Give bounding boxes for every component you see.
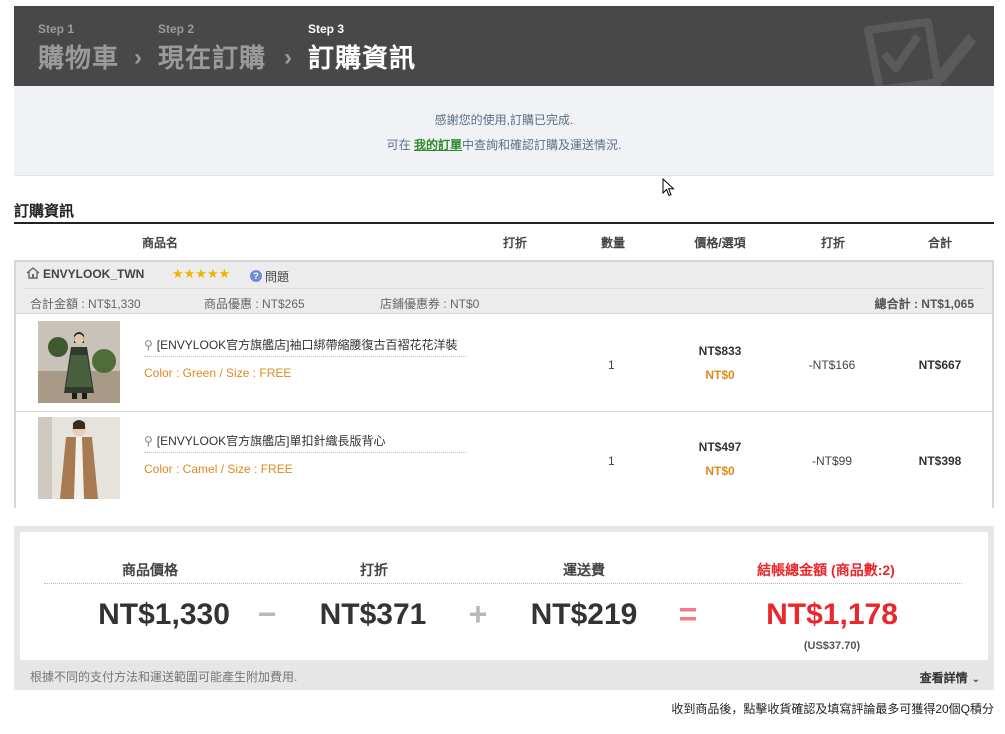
order-steps-header: Step 1 購物車 › Step 2 現在訂購 › Step 3 訂購資訊 [14,6,994,86]
view-details-button[interactable]: 查看詳情 ⌄ [920,669,980,686]
question-icon[interactable]: ? [250,270,262,282]
shop-subtotal: 合計金額 : NT$1,330 [30,297,141,311]
view-details-label: 查看詳情 [919,671,968,685]
step-2-number: Step 2 [158,22,195,36]
search-icon: ⚲ [144,338,153,352]
step-3-name: 訂購資訊 [308,44,417,74]
product-discount: -NT$166 [808,358,856,372]
col-discount: 打折 [502,236,528,250]
payment-summary: 商品價格 打折 運送費 結帳總金額 (商品數:2) NT$1,330 − NT$… [14,526,994,690]
option-price: NT$0 [705,464,735,478]
order-complete-notice: 感謝您的使用,訂購已完成. 可在 我的訂單中查詢和確認訂購及運送情況. [14,86,994,176]
product-subtotal: NT$398 [918,454,962,468]
col-total: 合計 [927,236,953,250]
step-1-name: 購物車 [38,44,120,74]
shop-header: ENVYLOOK_TWN ★★★★★ ? 問題 合計金額 : NT$1,330 … [16,262,992,314]
step-3-number: Step 3 [308,22,345,36]
order-item-row: ⚲ [ENVYLOOK官方旗艦店]袖口綁帶縮腰復古百褶花花洋裝 Color : G… [16,316,992,412]
col-product-name: 商品名 [141,236,179,250]
step-1: Step 1 購物車 [38,22,119,75]
shop-order-block: ENVYLOOK_TWN ★★★★★ ? 問題 合計金額 : NT$1,330 … [14,260,994,508]
shop-coupon: 店鋪優惠券 : NT$0 [380,297,480,311]
summary-label-discount: 打折 [360,562,388,578]
equals-icon: = [678,596,698,632]
shop-rating-stars-icon: ★★★★★ [172,266,231,281]
shop-header-divider [24,288,984,289]
product-option: Color : Green / Size : FREE [144,366,292,380]
product-name-text: [ENVYLOOK官方旗艦店]單扣針織長版背心 [156,434,386,448]
plus-icon: + [468,596,488,632]
summary-shipping-value: NT$219 [530,598,638,631]
step-2: Step 2 現在訂購 [158,22,266,75]
product-name-link[interactable]: ⚲ [ENVYLOOK官方旗艦店]袖口綁帶縮腰復古百褶花花洋裝 [144,336,458,353]
summary-label-price: 商品價格 [122,562,178,578]
product-subtotal: NT$667 [918,358,962,372]
product-discount: -NT$99 [811,454,853,468]
option-price: NT$0 [705,368,735,382]
minus-icon: − [257,596,277,632]
search-icon: ⚲ [144,434,153,448]
shop-question-link[interactable]: 問題 [265,268,289,285]
summary-label-total: 結帳總金額 (商品數:2) [757,562,895,578]
home-icon [26,267,40,279]
notice-prefix: 可在 [386,138,414,152]
summary-panel: 商品價格 打折 運送費 結帳總金額 (商品數:2) NT$1,330 − NT$… [20,532,988,660]
q-points-note: 收到商品後，點擊收貨確認及填寫評論最多可獲得20個Q積分 [671,702,994,716]
shop-item-discount: 商品優惠 : NT$265 [204,297,305,311]
product-price: NT$497 [698,440,742,454]
product-quantity: 1 [608,358,615,372]
notice-check-text: 可在 我的訂單中查詢和確認訂購及運送情況. [14,136,994,153]
step-arrow-1: › [134,44,142,71]
summary-discount-value: NT$371 [319,598,427,631]
shop-name-label: ENVYLOOK_TWN [43,267,145,281]
col-price-option: 價格/選項 [694,236,746,250]
order-info-title: 訂購資訊 [14,203,75,220]
order-item-row: ⚲ [ENVYLOOK官方旗艦店]單扣針織長版背心 Color : Camel /… [16,412,992,508]
shop-grand-total: 總合計 : NT$1,065 [874,297,974,311]
item-divider [144,356,466,357]
col-quantity: 數量 [600,236,626,250]
summary-total-value: NT$1,178 [766,598,898,631]
notice-thanks-text: 感謝您的使用,訂購已完成. [434,113,574,127]
product-name-text: [ENVYLOOK官方旗艦店]袖口綁帶縮腰復古百褶花花洋裝 [156,338,458,352]
step-2-name: 現在訂購 [158,44,267,74]
product-thumbnail[interactable] [38,321,120,403]
order-table-header: 商品名 打折 數量 價格/選項 打折 合計 [14,224,994,260]
shop-name[interactable]: ENVYLOOK_TWN [26,267,144,281]
product-thumbnail[interactable] [38,417,120,499]
summary-total-usd: (US$37.70) [803,640,861,652]
my-orders-link[interactable]: 我的訂單 [414,138,462,152]
col-discount-2: 打折 [820,236,846,250]
product-name-link[interactable]: ⚲ [ENVYLOOK官方旗艦店]單扣針織長版背心 [144,432,386,449]
product-price: NT$833 [698,344,742,358]
step-1-number: Step 1 [38,22,75,36]
checklist-pencil-icon [864,18,976,86]
step-arrow-2: › [284,44,292,71]
step-3: Step 3 訂購資訊 [308,22,416,75]
product-option: Color : Camel / Size : FREE [144,462,293,476]
item-divider [144,452,466,453]
chevron-down-icon: ⌄ [971,674,980,685]
product-quantity: 1 [608,454,615,468]
mouse-cursor-icon [662,178,675,197]
summary-price-value: NT$1,330 [98,598,230,631]
summary-labels: 商品價格 打折 運送費 結帳總金額 (商品數:2) [44,560,962,584]
notice-suffix: 中查詢和確認訂購及運送情況. [462,138,622,152]
additional-fee-note: 根據不同的支付方法和運送範圍可能產生附加費用. [30,670,298,684]
summary-label-shipping: 運送費 [563,562,605,578]
